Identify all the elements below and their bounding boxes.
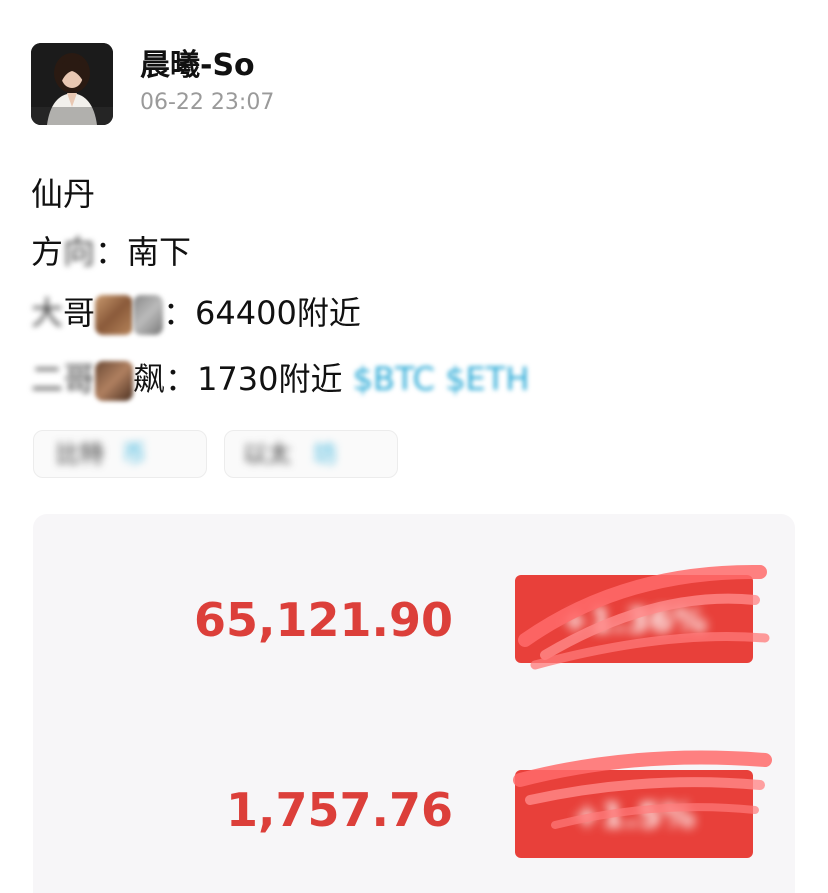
eth-prefix: 二 [31, 360, 64, 398]
censor-sticker [95, 361, 134, 401]
post-timestamp: 06-22 23:07 [140, 90, 275, 115]
btc-target-value: 64400附近 [195, 294, 361, 332]
tag-label-blue: 币 [122, 440, 146, 468]
post-title: 仙丹 [31, 175, 96, 213]
author-name[interactable]: 晨曦-So [140, 48, 255, 84]
eth-target-value: 1730附近 [197, 360, 343, 398]
censored-text: 向 [63, 233, 96, 271]
tag-chip[interactable]: 以太 坊 [224, 430, 398, 478]
direction-label: 方 [31, 233, 64, 271]
ticker-link-eth[interactable]: $ETH [445, 360, 529, 398]
censor-sticker [95, 295, 134, 335]
btc-price: 65,121.90 [194, 593, 453, 647]
eth-mid: 飙 [133, 360, 166, 398]
tag-label-dark: 比特 [56, 440, 104, 468]
tag-label-dark: 以太 [243, 440, 291, 468]
eth-price: 1,757.76 [226, 783, 453, 837]
person-avatar-icon [31, 43, 113, 125]
tag-label-blue: 坊 [313, 440, 337, 468]
tag-chip[interactable]: 比特 币 [33, 430, 207, 478]
direction-colon: ： [95, 233, 128, 271]
btc-prefix: 大 [31, 294, 64, 332]
direction-line: 方向：南下 [31, 232, 191, 272]
btc-change-text: +1.36% [560, 601, 708, 641]
eth-colon: ： [165, 360, 198, 398]
btc-change-badge[interactable]: +1.36% [515, 575, 753, 663]
btc-colon: ： [163, 294, 196, 332]
direction-value: 南下 [127, 233, 192, 271]
btc-mid: 哥 [63, 294, 96, 332]
eth-change-text: +1.5% [572, 796, 696, 836]
btc-line: 大哥 ：64400附近 [31, 293, 361, 335]
censored-text: 哥 [63, 360, 96, 398]
eth-change-badge[interactable]: +1.5% [515, 770, 753, 858]
author-avatar[interactable] [31, 43, 113, 125]
eth-line: 二哥 飙：1730附近 $BTC $ETH [31, 359, 529, 401]
censor-smudge [133, 295, 164, 335]
ticker-link-btc[interactable]: $BTC [353, 360, 435, 398]
